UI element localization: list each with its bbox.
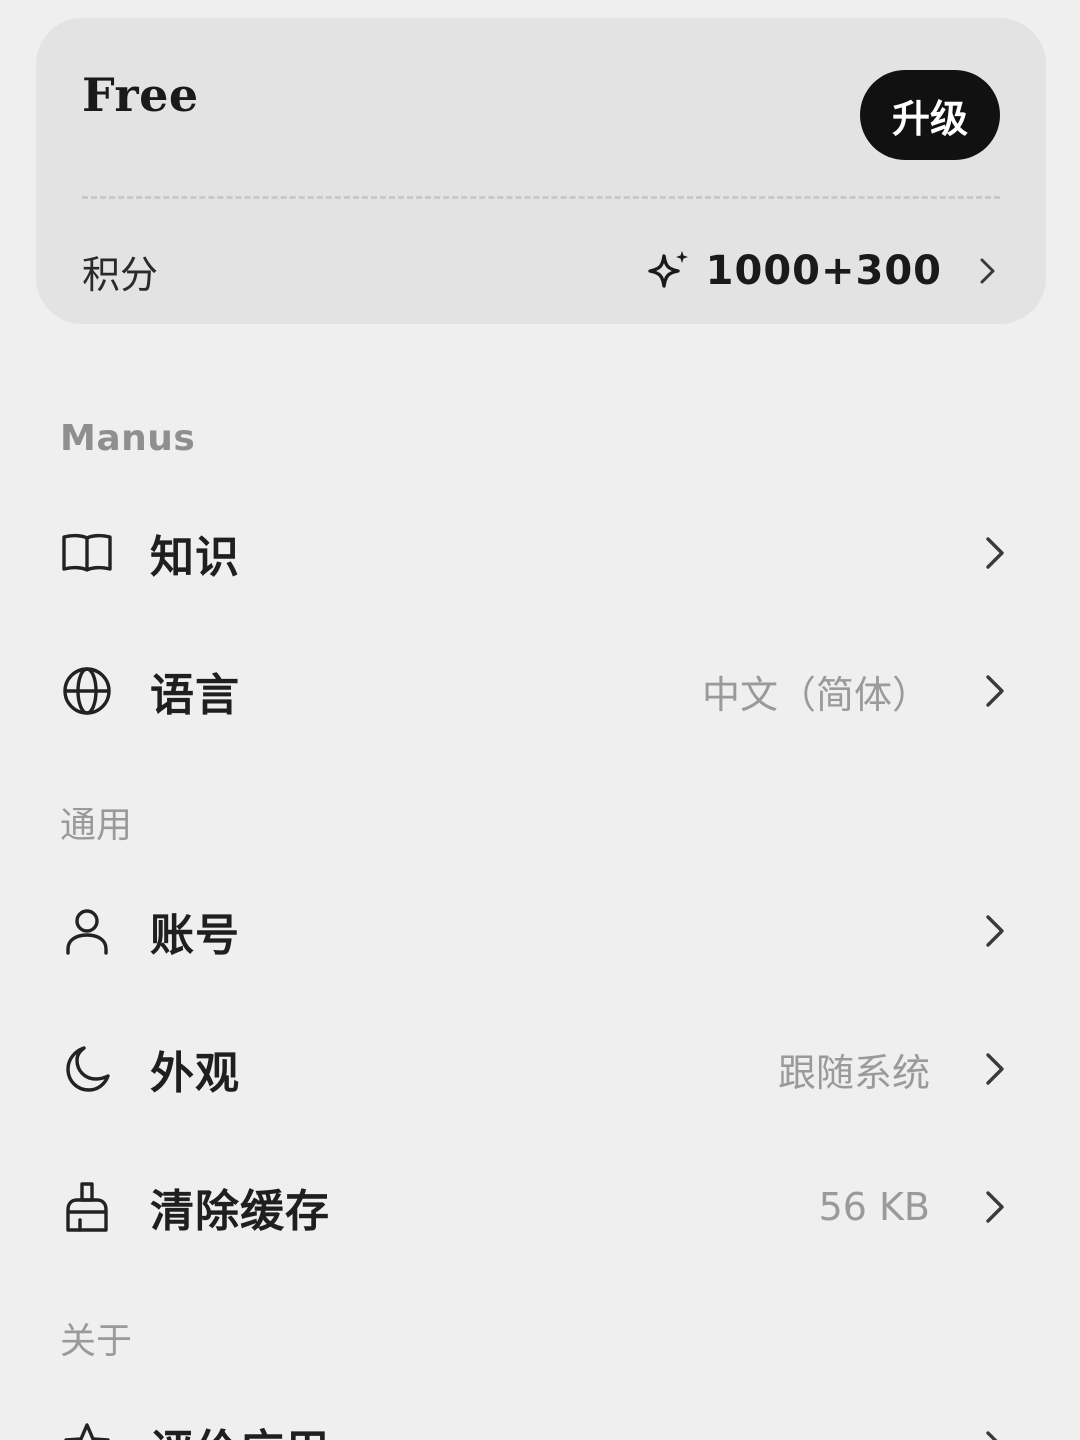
moon-icon [60, 1042, 114, 1096]
settings-item-value: 中文（简体） [701, 672, 930, 717]
chevron-right-icon [980, 909, 1008, 953]
section-title-about: 关于 [60, 1321, 133, 1362]
globe-icon [60, 664, 114, 718]
credits-value: 1000+300 [705, 248, 942, 294]
settings-item-knowledge[interactable]: 知识 [0, 498, 1080, 608]
star-icon [60, 1420, 114, 1440]
section-title-manus: Manus [60, 418, 196, 459]
settings-item-language[interactable]: 语言 中文（简体） [0, 636, 1080, 746]
settings-item-appearance[interactable]: 外观 跟随系统 [0, 1014, 1080, 1124]
upgrade-button[interactable]: 升级 [860, 70, 1000, 160]
settings-item-rate-app[interactable]: 评价应用 [0, 1392, 1080, 1440]
settings-page: Free 升级 积分 1000+300 Manus 知识 语言 中文（简体） 通… [0, 0, 1080, 1440]
credits-row[interactable]: 积分 1000+300 [82, 218, 1000, 324]
book-icon [60, 526, 114, 580]
plan-divider [82, 196, 1000, 199]
chevron-right-icon [980, 531, 1008, 575]
sparkle-icon [646, 248, 692, 294]
brush-icon [60, 1180, 114, 1234]
settings-item-label: 外观 [150, 1048, 240, 1099]
chevron-right-icon [980, 1425, 1008, 1440]
user-icon [60, 904, 114, 958]
settings-item-label: 评价应用 [150, 1415, 330, 1440]
credits-value-group: 1000+300 [646, 248, 1000, 294]
settings-item-label: 清除缓存 [150, 1186, 330, 1237]
settings-item-value: 56 KB [818, 1185, 930, 1229]
chevron-right-icon [980, 1185, 1008, 1229]
chevron-right-icon [980, 1047, 1008, 1091]
settings-item-label: 语言 [150, 670, 240, 721]
settings-item-label: 账号 [150, 910, 240, 961]
chevron-right-icon [976, 254, 1000, 288]
credits-label: 积分 [82, 252, 159, 297]
settings-item-clear-cache[interactable]: 清除缓存 56 KB [0, 1152, 1080, 1262]
settings-item-value: 跟随系统 [777, 1050, 930, 1095]
plan-name: Free [82, 68, 199, 122]
settings-item-label: 知识 [150, 532, 240, 583]
plan-card: Free 升级 积分 1000+300 [36, 18, 1046, 324]
settings-item-account[interactable]: 账号 [0, 876, 1080, 986]
chevron-right-icon [980, 669, 1008, 713]
section-title-general: 通用 [60, 805, 133, 846]
